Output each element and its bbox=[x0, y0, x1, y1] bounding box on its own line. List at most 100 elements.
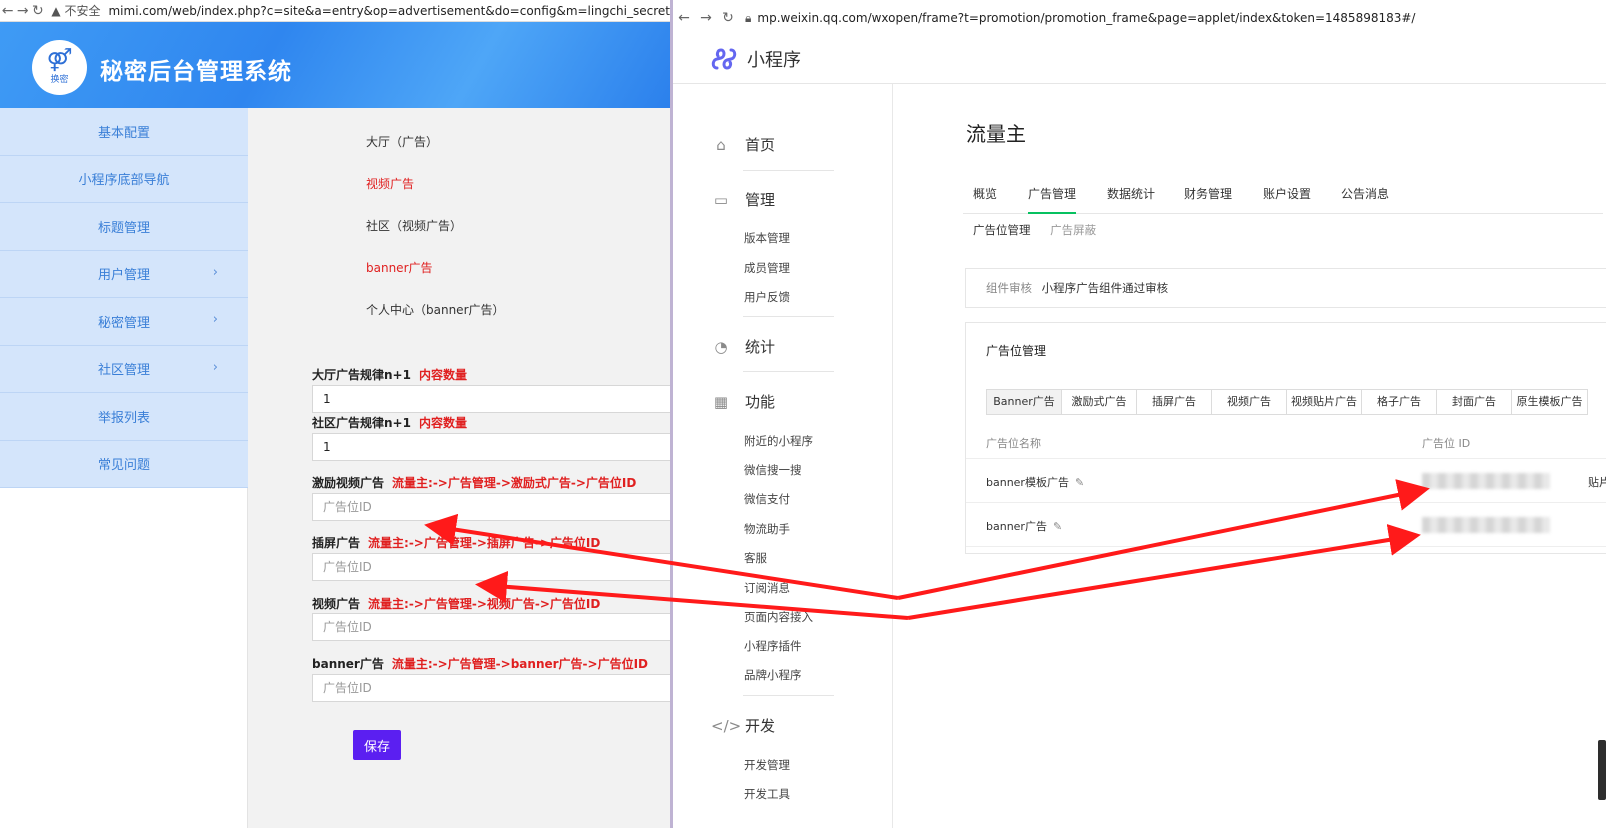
ad-slot-label: 视频广告 bbox=[366, 177, 415, 191]
ad-type-tab[interactable]: 插屏广告 bbox=[1137, 390, 1212, 414]
header-slot-id: 广告位 ID bbox=[1422, 437, 1471, 450]
nav-manage-feedback[interactable]: 用户反馈 bbox=[744, 289, 790, 305]
edit-pencil-icon[interactable]: ✎ bbox=[1075, 476, 1084, 489]
back-icon[interactable]: ← bbox=[673, 10, 695, 26]
ad-type-tab[interactable]: 格子广告 bbox=[1362, 390, 1437, 414]
audit-status-card: 组件审核 小程序广告组件通过审核 bbox=[965, 268, 1606, 308]
nav-stats-label: 统计 bbox=[745, 338, 776, 356]
nav-feature-subscribe[interactable]: 订阅消息 bbox=[744, 580, 790, 596]
form-field-label: 激励视频广告 流量主:->广告管理->激励式广告->广告位ID bbox=[312, 474, 636, 491]
scrollbar-thumb[interactable] bbox=[1598, 740, 1606, 800]
nav-home[interactable]: ⌂ 首页 bbox=[711, 134, 775, 155]
mp-sidebar: ⌂ 首页 ▭ 管理 版本管理 成员管理 用户反馈 ◔ 统计 ▦ 功能 附近的小程… bbox=[673, 84, 893, 828]
chevron-right-icon: › bbox=[212, 312, 218, 327]
nav-feature-search[interactable]: 微信搜一搜 bbox=[744, 462, 802, 478]
admin-nav-item[interactable]: 社区管理 › bbox=[0, 346, 248, 393]
nav-divider bbox=[743, 695, 834, 696]
form-hint: 流量主:->广告管理->插屏广告->广告位ID bbox=[368, 536, 601, 550]
ad-type-tab[interactable]: 视频广告 bbox=[1212, 390, 1287, 414]
security-label: 不安全 bbox=[64, 4, 101, 18]
pie-chart-icon: ◔ bbox=[714, 337, 728, 356]
right-address-bar: ← → ↻ 🔒︎ mp.weixin.qq.com/wxopen/frame?t… bbox=[673, 5, 1606, 31]
logo-text: 换密 bbox=[50, 75, 69, 85]
form-hint: 流量主:->广告管理->激励式广告->广告位ID bbox=[392, 476, 637, 490]
ad-type-tab[interactable]: 原生模板广告 bbox=[1512, 390, 1587, 414]
reload-icon[interactable]: ↻ bbox=[717, 10, 739, 26]
admin-nav-label: 用户管理 bbox=[97, 268, 150, 284]
admin-nav-item[interactable]: 常见问题 bbox=[0, 441, 248, 488]
ad-config-input[interactable]: 广告位ID bbox=[312, 674, 670, 702]
subtab-ad-block[interactable]: 广告屏蔽 bbox=[1050, 223, 1096, 237]
ad-config-input[interactable]: 广告位ID bbox=[312, 613, 670, 641]
form-label-text: 激励视频广告 bbox=[312, 476, 385, 490]
right-url[interactable]: mp.weixin.qq.com/wxopen/frame?t=promotio… bbox=[757, 11, 1415, 25]
header-slot-name: 广告位名称 bbox=[986, 437, 1041, 450]
nav-manage-label: 管理 bbox=[745, 191, 776, 209]
ad-slot-label: 大厅（广告） bbox=[366, 135, 439, 149]
forward-icon[interactable]: → bbox=[15, 3, 30, 19]
save-button[interactable]: 保存 bbox=[353, 730, 401, 760]
admin-nav-item[interactable]: 小程序底部导航 bbox=[0, 156, 248, 203]
ad-config-input[interactable]: 广告位ID bbox=[312, 493, 670, 521]
nav-stats[interactable]: ◔ 统计 bbox=[711, 336, 775, 357]
truncated-action-text[interactable]: 贴片 bbox=[1588, 474, 1606, 490]
main-tab[interactable]: 数据统计 bbox=[1107, 180, 1155, 214]
main-tab[interactable]: 概览 bbox=[973, 180, 997, 214]
ad-type-tab[interactable]: Banner广告 bbox=[987, 390, 1062, 414]
subtab-slot-manage[interactable]: 广告位管理 bbox=[973, 223, 1031, 237]
main-tab[interactable]: 财务管理 bbox=[1184, 180, 1232, 214]
mp-topbar: 小程序 bbox=[673, 34, 1606, 84]
form-label-text: 视频广告 bbox=[312, 597, 361, 611]
ad-config-input[interactable]: 1 bbox=[312, 433, 670, 461]
slot-name-text: banner模板广告 bbox=[986, 476, 1069, 489]
nav-divider bbox=[743, 316, 834, 317]
blurred-slot-id bbox=[1422, 517, 1550, 533]
ad-slot-card: 广告位管理 Banner广告 激励式广告 插屏广告 视频广告 视频贴片广告 格子广告 封面广… bbox=[965, 322, 1606, 554]
admin-nav-label: 社区管理 bbox=[97, 363, 150, 379]
reload-icon[interactable]: ↻ bbox=[30, 3, 45, 19]
mp-title: 小程序 bbox=[747, 50, 801, 71]
security-warning[interactable]: ▲ 不安全 bbox=[51, 2, 100, 19]
form-label-text: 社区广告规律n+1 bbox=[312, 416, 411, 430]
forward-icon[interactable]: → bbox=[695, 10, 717, 26]
left-url[interactable]: mimi.com/web/index.php?c=site&a=entry&op… bbox=[108, 4, 670, 18]
main-tab[interactable]: 广告管理 bbox=[1028, 180, 1077, 214]
form-field-label: 大厅广告规律n+1 内容数量 bbox=[312, 366, 467, 383]
admin-nav-item[interactable]: 标题管理 bbox=[0, 203, 248, 251]
nav-dev-label: 开发 bbox=[745, 717, 776, 735]
back-icon[interactable]: ← bbox=[0, 3, 15, 19]
nav-feature-pay[interactable]: 微信支付 bbox=[744, 491, 790, 507]
nav-feature-content[interactable]: 页面内容接入 bbox=[744, 609, 813, 625]
main-tab[interactable]: 账户设置 bbox=[1263, 180, 1311, 214]
admin-nav-item[interactable]: 基本配置 bbox=[0, 108, 248, 156]
nav-feature-plugin[interactable]: 小程序插件 bbox=[744, 638, 802, 654]
admin-nav-label: 标题管理 bbox=[97, 220, 150, 236]
main-tab[interactable]: 公告消息 bbox=[1341, 180, 1389, 214]
nav-manage-version[interactable]: 版本管理 bbox=[744, 230, 790, 246]
admin-sidebar-empty bbox=[0, 488, 248, 828]
nav-manage-members[interactable]: 成员管理 bbox=[744, 260, 790, 276]
nav-feature-nearby[interactable]: 附近的小程序 bbox=[744, 433, 813, 449]
edit-pencil-icon[interactable]: ✎ bbox=[1053, 520, 1062, 533]
nav-features[interactable]: ▦ 功能 bbox=[711, 391, 775, 412]
admin-nav-item[interactable]: 举报列表 bbox=[0, 393, 248, 441]
nav-manage[interactable]: ▭ 管理 bbox=[711, 189, 775, 210]
nav-feature-service[interactable]: 客服 bbox=[744, 550, 767, 566]
nav-dev-manage[interactable]: 开发管理 bbox=[744, 757, 790, 773]
lock-icon[interactable]: 🔒︎ bbox=[745, 11, 751, 26]
admin-nav-item[interactable]: 用户管理 › bbox=[0, 251, 248, 298]
admin-nav-label: 秘密管理 bbox=[97, 315, 150, 331]
form-field-label: 社区广告规律n+1 内容数量 bbox=[312, 414, 467, 431]
nav-dev[interactable]: </> 开发 bbox=[711, 715, 775, 736]
nav-feature-brand[interactable]: 品牌小程序 bbox=[744, 667, 802, 683]
nav-feature-logistics[interactable]: 物流助手 bbox=[744, 521, 790, 537]
ad-config-input[interactable]: 1 bbox=[312, 385, 670, 413]
ad-type-tab[interactable]: 激励式广告 bbox=[1062, 390, 1137, 414]
ad-type-tab[interactable]: 视频贴片广告 bbox=[1287, 390, 1362, 414]
code-icon: </> bbox=[711, 716, 742, 735]
ad-config-input[interactable]: 广告位ID bbox=[312, 553, 670, 581]
audit-key: 组件审核 bbox=[986, 281, 1032, 295]
admin-nav-item[interactable]: 秘密管理 › bbox=[0, 298, 248, 346]
ad-type-tab[interactable]: 封面广告 bbox=[1437, 390, 1512, 414]
nav-dev-tools[interactable]: 开发工具 bbox=[744, 786, 790, 802]
